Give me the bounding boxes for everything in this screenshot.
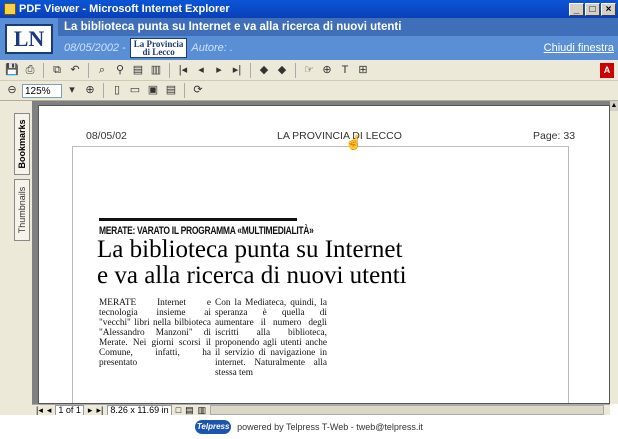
print-icon[interactable]: ⎙: [22, 63, 38, 78]
actual-size-icon[interactable]: ▯: [109, 83, 125, 98]
newspaper-masthead: La Provincia di Lecco: [129, 38, 188, 58]
bookmarks-tab[interactable]: Bookmarks: [14, 113, 30, 175]
hand-cursor-icon: ☝: [345, 134, 363, 150]
page-number: Page: 33: [533, 130, 576, 142]
rotate-icon[interactable]: ⟳: [190, 83, 206, 98]
footer: Telpress powered by Telpress T-Web - twe…: [0, 415, 618, 439]
text-select-icon[interactable]: T: [337, 63, 353, 78]
find-icon[interactable]: ⌕: [94, 63, 110, 78]
masthead-line2: di Lecco: [142, 47, 175, 57]
status-left: [0, 404, 32, 415]
article-headline-line1: La biblioteca punta su Internet: [97, 236, 403, 263]
bookmarks-tab-label: Bookmarks: [17, 119, 27, 169]
close-window-button[interactable]: ×: [601, 2, 616, 16]
footer-text: powered by Telpress T-Web - tweb@telpres…: [237, 422, 423, 432]
page-size: 8.26 x 11.69 in: [107, 404, 172, 416]
horizontal-scrollbar[interactable]: [210, 405, 604, 415]
last-page-icon[interactable]: ▸|: [229, 63, 245, 78]
zoom-in-icon[interactable]: ⊕: [82, 83, 98, 98]
search-icon[interactable]: ⚲: [112, 63, 128, 78]
telpress-logo[interactable]: Telpress: [195, 420, 232, 434]
header-headline: La biblioteca punta su Internet e va all…: [58, 18, 618, 36]
zoom-dropdown-icon[interactable]: ▾: [64, 83, 80, 98]
next-page-icon[interactable]: ▸: [211, 63, 227, 78]
article-headline-line2: e va alla ricerca di nuovi utenti: [97, 262, 407, 289]
article-header: LN La biblioteca punta su Internet e va …: [0, 18, 618, 60]
fit-visible-icon[interactable]: ▤: [163, 83, 179, 98]
forward-icon[interactable]: ◆: [274, 63, 290, 78]
facing-icon[interactable]: ▥: [198, 405, 207, 416]
close-window-link[interactable]: Chiudi finestra: [544, 42, 614, 54]
window-title: PDF Viewer - Microsoft Internet Explorer: [19, 3, 230, 15]
first-page-status-icon[interactable]: |◂: [36, 405, 43, 416]
author-label: Autore: .: [191, 42, 233, 54]
zoom-out-icon[interactable]: ⊖: [4, 83, 20, 98]
page-date: 08/05/02: [86, 130, 127, 142]
page-count[interactable]: 1 of 1: [55, 404, 84, 416]
toolbar-separator: [295, 62, 296, 78]
last-page-status-icon[interactable]: ▸|: [96, 405, 103, 416]
fit-width-icon[interactable]: ▣: [145, 83, 161, 98]
thumbnails-tab[interactable]: Thumbnails: [14, 179, 30, 241]
toolbar-separator: [103, 83, 104, 98]
pdf-page: 08/05/02 LA PROVINCIA DI LECCO Page: 33 …: [38, 105, 610, 404]
toolbar-separator: [169, 62, 170, 78]
prev-page-icon[interactable]: ◂: [193, 63, 209, 78]
status-bar: |◂ ◂ 1 of 1 ▸ ▸| 8.26 x 11.69 in □ ▤ ▥: [32, 404, 610, 416]
thumbnails-tab-label: Thumbnails: [17, 186, 27, 234]
spread-pages-icon[interactable]: ▥: [148, 63, 164, 78]
zoom-in-tool-icon[interactable]: ⊕: [319, 63, 335, 78]
page-newspaper: LA PROVINCIA DI LECCO: [277, 130, 402, 142]
adobe-logo[interactable]: A: [600, 62, 614, 78]
scroll-up-arrow-icon[interactable]: ▲: [610, 101, 618, 111]
back-icon[interactable]: ◆: [256, 63, 272, 78]
copy-icon[interactable]: ⧉: [49, 63, 65, 78]
undo-icon[interactable]: ↶: [67, 63, 83, 78]
ln-logo: LN: [5, 24, 53, 54]
toolbar-separator: [88, 62, 89, 78]
extract-pages-icon[interactable]: ▤: [130, 63, 146, 78]
toolbar-separator: [250, 62, 251, 78]
first-page-icon[interactable]: |◂: [175, 63, 191, 78]
zoom-field[interactable]: 125%: [22, 83, 62, 98]
toolbar-separator: [43, 62, 44, 78]
article-column-2: Con la Mediateca, quindi, la speranza è …: [215, 298, 327, 378]
article-column-1: MERATE Internet e tecnologia insieme ai …: [99, 298, 211, 368]
window-titlebar: PDF Viewer - Microsoft Internet Explorer…: [0, 0, 618, 18]
prev-page-status-icon[interactable]: ◂: [47, 405, 52, 416]
continuous-icon[interactable]: ▤: [185, 405, 194, 416]
pdf-toolbar-top: 💾 ⎙ ⧉ ↶ ⌕ ⚲ ▤ ▥ |◂ ◂ ▸ ▸| ◆ ◆ ☞ ⊕ T ⊞ A: [0, 60, 618, 81]
next-page-status-icon[interactable]: ▸: [88, 405, 93, 416]
pdf-toolbar-zoom: ⊖ 125% ▾ ⊕ ▯ ▭ ▣ ▤ ⟳: [0, 81, 618, 101]
save-icon[interactable]: 💾: [4, 63, 20, 78]
app-icon: [4, 3, 16, 15]
header-date: 08/05/2002 -: [64, 42, 126, 54]
single-page-icon[interactable]: □: [176, 405, 181, 415]
minimize-button[interactable]: _: [569, 2, 584, 16]
maximize-button[interactable]: □: [585, 2, 600, 16]
fit-page-icon[interactable]: ▭: [127, 83, 143, 98]
toolbar-separator: [184, 83, 185, 98]
article-kicker: MERATE: VARATO IL PROGRAMMA «MULTIMEDIAL…: [99, 224, 314, 237]
graphics-select-icon[interactable]: ⊞: [355, 63, 371, 78]
hand-tool-icon[interactable]: ☞: [301, 63, 317, 78]
kicker-rule: [99, 218, 297, 221]
vertical-scrollbar[interactable]: ▲: [610, 101, 618, 404]
document-viewer[interactable]: 08/05/02 LA PROVINCIA DI LECCO Page: 33 …: [32, 101, 610, 404]
navigation-pane: Bookmarks Thumbnails: [0, 101, 32, 404]
